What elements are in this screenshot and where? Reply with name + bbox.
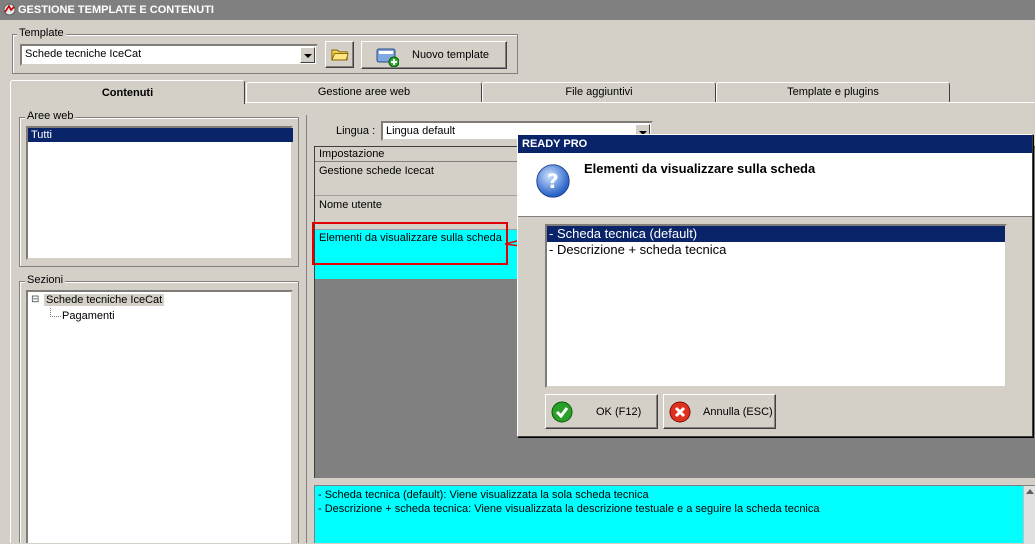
new-template-label: Nuovo template [412,49,490,61]
tab-file-aggiuntivi-label: File aggiuntivi [565,86,633,98]
aree-web-list[interactable]: Tutti [26,126,293,260]
ready-pro-dialog: READY PRO ? Elementi da visualizzare sul… [517,134,1033,437]
window-title-bar: GESTIONE TEMPLATE E CONTENUTI [0,0,1035,20]
dialog-header: ? Elementi da visualizzare sulla scheda [518,153,1032,217]
dialog-question: Elementi da visualizzare sulla scheda [584,161,816,176]
template-group-label: Template [17,27,66,39]
callout-highlight-box [312,222,508,265]
tab-contenuti-label: Contenuti [101,87,154,99]
new-database-icon [376,48,399,67]
description-area[interactable]: - Scheda tecnica (default): Viene visual… [314,485,1035,544]
dialog-title-bar: READY PRO [518,135,1032,153]
tab-contenuti[interactable]: Contenuti [10,80,245,104]
new-template-button[interactable]: Nuovo template [361,41,507,69]
sezioni-label: Sezioni [25,274,66,286]
cancel-icon [669,401,691,423]
list-item-selected[interactable]: - Scheda tecnica (default) [547,226,1005,242]
tab-template-e-plugins-label: Template e plugins [787,86,879,98]
tab-gestione-aree-web[interactable]: Gestione aree web [246,82,482,102]
question-icon: ? [536,164,570,198]
grid-cell: Nome utente [319,199,382,211]
cancel-button[interactable]: Annulla (ESC) [663,394,776,429]
app-icon [3,3,16,16]
description-line: - Scheda tecnica (default): Viene visual… [318,489,649,501]
table-row[interactable]: Gestione schede Icecat [315,162,525,196]
dialog-options-list[interactable]: - Scheda tecnica (default) - Descrizione… [545,224,1007,388]
ok-button-label: OK (F12) [596,406,642,418]
description-line: - Descrizione + scheda tecnica: Viene vi… [318,503,820,515]
folder-icon [331,49,349,61]
cancel-button-label: Annulla (ESC) [703,406,773,418]
template-select[interactable]: Schede tecniche IceCat [20,44,318,66]
tree-expander-icon[interactable]: ⊟ [31,294,39,305]
template-select-value: Schede tecniche IceCat [25,48,142,60]
svg-text:?: ? [547,170,558,193]
tree-item-schede-tecniche[interactable]: Schede tecniche IceCat [44,294,165,306]
open-folder-button[interactable] [325,41,354,68]
grid-header-impostazione: Impostazione [319,148,385,160]
dialog-title: READY PRO [522,138,588,150]
chevron-down-icon[interactable] [300,47,315,63]
grid-cell: Gestione schede Icecat [319,165,434,177]
check-icon [551,401,573,423]
scroll-up-icon[interactable] [1026,489,1034,494]
ok-button[interactable]: OK (F12) [545,394,658,429]
tree-item-pagamenti[interactable]: Pagamenti [62,310,115,322]
tab-file-aggiuntivi[interactable]: File aggiuntivi [482,82,716,102]
tree-connector [50,308,61,317]
aree-web-label: Aree web [25,110,76,122]
tab-gestione-aree-web-label: Gestione aree web [317,86,411,98]
grid-header: Impostazione [315,147,525,162]
sezioni-tree[interactable]: ⊟ Schede tecniche IceCat Pagamenti [26,290,293,543]
lingua-select-value: Lingua default [386,125,456,137]
tab-template-e-plugins[interactable]: Template e plugins [716,82,950,102]
list-item[interactable]: - Descrizione + scheda tecnica [547,242,1005,258]
window-title: GESTIONE TEMPLATE E CONTENUTI [18,4,214,16]
description-scrollbar[interactable] [1023,486,1035,544]
list-item[interactable]: Tutti [28,128,293,142]
lingua-label: Lingua : [336,125,376,137]
